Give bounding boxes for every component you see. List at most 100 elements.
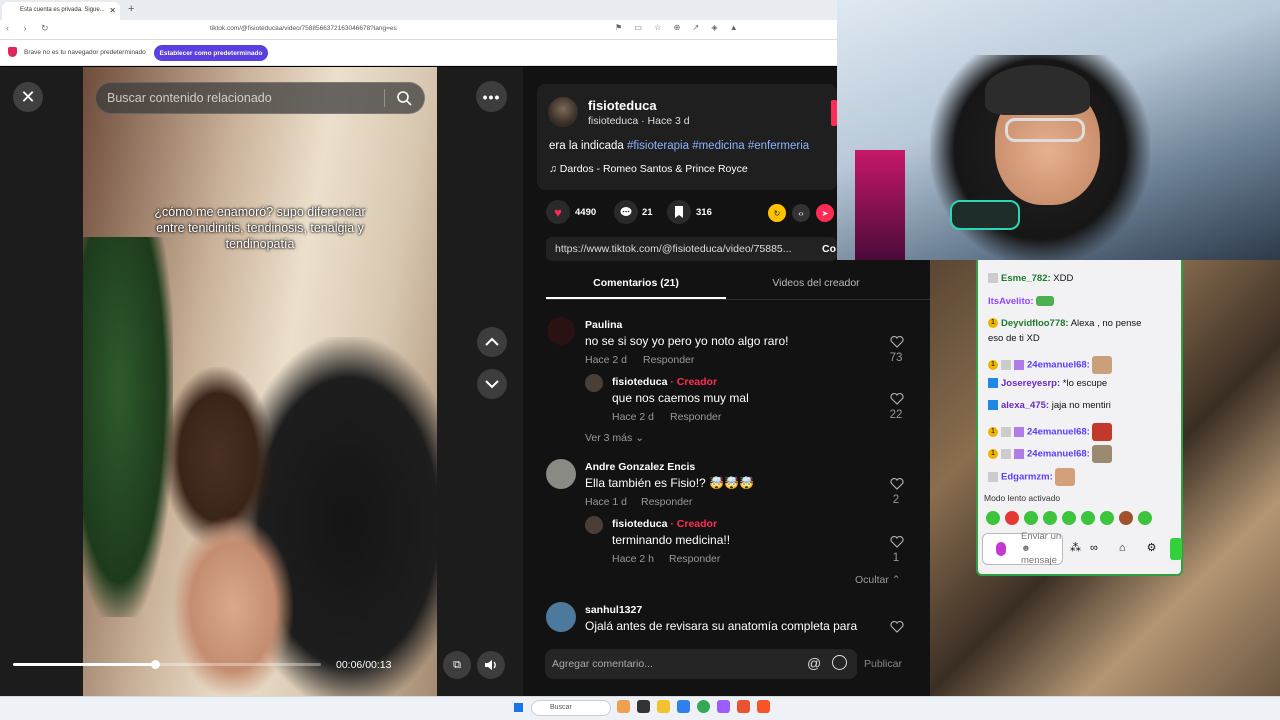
related-search-input[interactable]: Buscar contenido relacionado — [107, 91, 272, 105]
previous-video-button[interactable] — [477, 327, 507, 357]
chat-message: eso de ti XD — [988, 333, 1040, 344]
more-options-button[interactable]: ••• — [476, 81, 507, 112]
browser-tab[interactable]: Esta cuenta es privada. Sigue... ✕ — [2, 2, 120, 20]
close-video-button[interactable]: ✕ — [13, 82, 43, 112]
video-time: 00:06/00:13 — [336, 659, 392, 671]
comment-like-icon[interactable] — [890, 393, 904, 405]
commenter-avatar[interactable] — [546, 459, 576, 489]
reply-author[interactable]: fisioteduca · Creador — [612, 376, 717, 388]
share-send-icon[interactable]: ➤ — [816, 204, 834, 222]
new-tab-button[interactable]: + — [128, 3, 134, 15]
emote[interactable] — [1005, 511, 1019, 525]
gift-badge — [1014, 360, 1024, 370]
hide-replies[interactable]: Ocultar ⌃ — [855, 574, 901, 586]
video-player[interactable] — [83, 67, 437, 696]
nav-buttons[interactable]: ‹ › ↻ — [6, 23, 55, 34]
save-button[interactable] — [667, 200, 691, 224]
reply-text: que nos caemos muy mal — [612, 391, 749, 405]
taskbar-app-icon[interactable] — [637, 700, 650, 713]
chat-user[interactable]: ItsAvelito: — [988, 296, 1034, 307]
chat-user[interactable]: 24emanuel68: — [1027, 360, 1090, 371]
address-bar-icons[interactable]: ⚑ ▭ ☆ ⊕ ↗ ◈ ▲ — [615, 23, 743, 32]
like-button[interactable]: ♥ — [546, 200, 570, 224]
set-default-button[interactable]: Establecer como predeterminado — [154, 45, 268, 61]
embed-code-icon[interactable]: ‹› — [792, 204, 810, 222]
chat-user[interactable]: Edgarmzm: — [1001, 472, 1053, 483]
music-link[interactable]: ♫ Dardos - Romeo Santos & Prince Royce — [549, 163, 748, 175]
chat-user[interactable]: Josereyesrp: — [1001, 378, 1060, 389]
chat-user[interactable]: 24emanuel68: — [1027, 449, 1090, 460]
emote[interactable] — [1024, 511, 1038, 525]
taskbar-apps[interactable] — [617, 700, 770, 713]
copy-link-button[interactable]: Co — [822, 243, 836, 255]
search-icon[interactable] — [396, 90, 412, 106]
video-progress-handle[interactable] — [150, 660, 160, 669]
author-name[interactable]: fisioteduca — [588, 98, 657, 113]
reply-button[interactable]: Responder — [641, 496, 692, 508]
emote[interactable] — [1100, 511, 1114, 525]
chat-toolbar[interactable]: ⁂∞ ⌂ ⚙ — [1070, 541, 1165, 554]
taskbar-app-icon[interactable] — [737, 700, 750, 713]
comment-like-icon[interactable] — [890, 536, 904, 548]
taskbar-search[interactable]: Buscar — [531, 700, 611, 716]
tab-creator-videos[interactable]: Videos del creador — [726, 277, 906, 289]
commenter-avatar[interactable] — [547, 317, 575, 345]
brave-icon[interactable] — [757, 700, 770, 713]
reply-button[interactable]: Responder — [669, 553, 720, 565]
comment-like-icon[interactable] — [890, 336, 904, 348]
reply-button[interactable]: Responder — [643, 354, 694, 366]
author-avatar[interactable] — [548, 97, 578, 127]
taskbar-app-icon[interactable] — [717, 700, 730, 713]
next-video-button[interactable] — [477, 369, 507, 399]
url-field[interactable]: tiktok.com/@fisioteducaa/video/758856637… — [210, 25, 397, 32]
publish-button[interactable]: Publicar — [864, 658, 902, 670]
chat-message: 1 24emanuel68: — [988, 423, 1113, 441]
like-count: 4490 — [575, 207, 597, 218]
comment-like-icon[interactable] — [890, 621, 904, 633]
mention-icon[interactable]: @ — [807, 655, 821, 671]
emoji-icon[interactable] — [832, 655, 847, 670]
comment-author[interactable]: Andre Gonzalez Encis — [585, 461, 695, 473]
emote[interactable] — [1062, 511, 1076, 525]
video-link[interactable]: https://www.tiktok.com/@fisioteduca/vide… — [555, 243, 792, 255]
chat-user[interactable]: alexa_475: — [1001, 400, 1049, 411]
tab-comments[interactable]: Comentarios (21) — [546, 277, 726, 289]
volume-button[interactable] — [477, 651, 505, 679]
view-more-replies[interactable]: Ver 3 más ⌄ — [585, 432, 644, 444]
reply-avatar[interactable] — [585, 516, 603, 534]
close-tab-icon[interactable]: ✕ — [109, 6, 116, 15]
windows-start-icon[interactable] — [513, 702, 524, 713]
chat-badge — [988, 472, 998, 482]
comment-author[interactable]: sanhul1327 — [585, 604, 642, 616]
reply-button[interactable]: Responder — [670, 411, 721, 423]
chat-message: 1 24emanuel68: — [988, 445, 1113, 463]
share-repost-icon[interactable]: ↻ — [768, 204, 786, 222]
emote-bar[interactable] — [986, 511, 1176, 527]
emote[interactable] — [1081, 511, 1095, 525]
reply-author[interactable]: fisioteduca · Creador — [612, 518, 717, 530]
commenter-avatar[interactable] — [546, 602, 576, 632]
chat-input-placeholder[interactable]: Enviar un ☻ mensaje — [1021, 531, 1063, 567]
chat-user[interactable]: Deyvidfloo778: — [1001, 318, 1069, 329]
emote[interactable] — [986, 511, 1000, 525]
chat-send-button[interactable] — [1170, 538, 1182, 560]
comment-like-icon[interactable] — [890, 478, 904, 490]
chrome-icon[interactable] — [697, 700, 710, 713]
taskbar-app-icon[interactable] — [617, 700, 630, 713]
chat-user[interactable]: 24emanuel68: — [1027, 427, 1090, 438]
hashtags[interactable]: #fisioterapia #medicina #enfermeria — [627, 140, 809, 152]
emote[interactable] — [1043, 511, 1057, 525]
comment-author[interactable]: Paulina — [585, 319, 622, 331]
add-comment-input[interactable]: Agregar comentario... — [552, 658, 653, 670]
emote[interactable] — [1119, 511, 1133, 525]
reply-avatar[interactable] — [585, 374, 603, 392]
gift-badge — [1014, 449, 1024, 459]
taskbar-app-icon[interactable] — [677, 700, 690, 713]
comment-button[interactable] — [614, 200, 638, 224]
mic-icon[interactable] — [996, 542, 1006, 556]
picture-in-picture-button[interactable]: ⧉ — [443, 651, 471, 679]
chat-user[interactable]: Esme_782: — [1001, 273, 1051, 284]
emote[interactable] — [1138, 511, 1152, 525]
brave-shield-icon — [8, 47, 17, 57]
folder-icon[interactable] — [657, 700, 670, 713]
